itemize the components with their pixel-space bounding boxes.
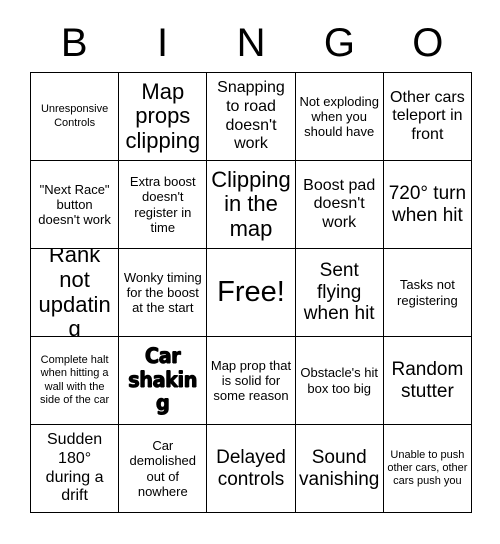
bingo-header-letter-g: G xyxy=(323,21,355,65)
bingo-cell-label: Rank not updating xyxy=(38,249,111,337)
bingo-cell-r4c1[interactable]: Complete halt when hitting a wall with t… xyxy=(31,337,120,425)
bingo-header: BINGO xyxy=(30,14,472,72)
bingo-header-letter-i: I xyxy=(157,21,169,65)
bingo-cell-label: Snapping to road doesn't work xyxy=(217,79,285,153)
bingo-cell-label: Wonky timing for the boost at the start xyxy=(123,269,202,316)
bingo-cell-r2c3[interactable]: Clipping in the map xyxy=(207,161,296,249)
bingo-cell-r2c5[interactable]: 720° turn when hit xyxy=(383,161,472,249)
bingo-header-letter-n: N xyxy=(236,21,266,65)
bingo-cell-r5c3[interactable]: Delayed controls xyxy=(207,425,296,513)
bingo-cell-r2c4[interactable]: Boost pad doesn't work xyxy=(295,161,384,249)
bingo-cell-label: Other cars teleport in front xyxy=(390,88,465,143)
bingo-cell-r1c2[interactable]: Map props clipping xyxy=(119,73,208,161)
bingo-cell-r3c5[interactable]: Tasks not registering xyxy=(383,249,472,337)
bingo-cell-r5c1[interactable]: Sudden 180° during a drift xyxy=(31,425,120,513)
bingo-cell-label: Complete halt when hitting a wall with t… xyxy=(40,354,110,406)
bingo-grid: Unresponsive Controls Map props clipping S… xyxy=(30,72,472,513)
bingo-cell-r2c1[interactable]: "Next Race" button doesn't work xyxy=(31,161,120,249)
bingo-cell-r5c2[interactable]: Car demolished out of nowhere xyxy=(119,425,208,513)
bingo-cell-label: Boost pad doesn't work xyxy=(303,176,376,231)
bingo-cell-label: Sent flying when hit xyxy=(303,260,375,325)
bingo-header-letter-o: O xyxy=(412,21,444,65)
bingo-cell-label: Tasks not registering xyxy=(397,277,458,308)
bingo-cell-label: Sudden 180° during a drift xyxy=(45,431,104,505)
bingo-cell-label: Car shaking xyxy=(128,343,198,416)
bingo-cell-r1c4[interactable]: Not exploding when you should have xyxy=(295,73,384,161)
bingo-cell-r4c2[interactable]: Car shaking xyxy=(119,337,208,425)
bingo-cell-r1c5[interactable]: Other cars teleport in front xyxy=(383,73,472,161)
bingo-cell-r2c2[interactable]: Extra boost doesn't register in time xyxy=(119,161,208,249)
bingo-cell-label: Obstacle's hit box too big xyxy=(300,365,379,396)
bingo-cell-label: Sound vanishing xyxy=(299,446,380,490)
bingo-cell-label: Unresponsive Controls xyxy=(40,103,109,129)
bingo-cell-r3c1[interactable]: Rank not updating xyxy=(31,249,120,337)
bingo-cell-label: Clipping in the map xyxy=(211,166,291,241)
bingo-cell-label: Not exploding when you should have xyxy=(299,93,379,140)
bingo-cell-label: Map props clipping xyxy=(125,78,201,153)
bingo-cell-r3c3[interactable]: Free! xyxy=(207,249,296,337)
bingo-cell-r1c1[interactable]: Unresponsive Controls xyxy=(31,73,120,161)
bingo-cell-r4c4[interactable]: Obstacle's hit box too big xyxy=(295,337,384,425)
bingo-cell-r4c3[interactable]: Map prop that is solid for some reason xyxy=(207,337,296,425)
bingo-cell-label: Delayed controls xyxy=(216,446,286,490)
bingo-cell-label: "Next Race" button doesn't work xyxy=(38,181,111,228)
bingo-cell-r4c5[interactable]: Random stutter xyxy=(383,337,472,425)
bingo-cell-r3c2[interactable]: Wonky timing for the boost at the start xyxy=(119,249,208,337)
bingo-cell-r5c5[interactable]: Unable to push other cars, other cars pu… xyxy=(383,425,472,513)
bingo-cell-label: 720° turn when hit xyxy=(388,182,467,226)
bingo-header-letter-b: B xyxy=(60,21,88,65)
bingo-card: B I N G O Unresponsive Controls Map props cli… xyxy=(0,0,500,544)
bingo-cell-label: Free! xyxy=(217,276,285,309)
bingo-cell-label: Map prop that is solid for some reason xyxy=(210,357,292,404)
bingo-cell-label: Unable to push other cars, other cars pu… xyxy=(387,448,468,488)
bingo-cell-label: Extra boost doesn't register in time xyxy=(129,173,196,235)
bingo-cell-label: Car demolished out of nowhere xyxy=(129,437,197,499)
bingo-cell-r3c4[interactable]: Sent flying when hit xyxy=(295,249,384,337)
bingo-cell-r1c3[interactable]: Snapping to road doesn't work xyxy=(207,73,296,161)
bingo-cell-label: Random stutter xyxy=(391,358,464,402)
bingo-cell-r5c4[interactable]: Sound vanishing xyxy=(295,425,384,513)
